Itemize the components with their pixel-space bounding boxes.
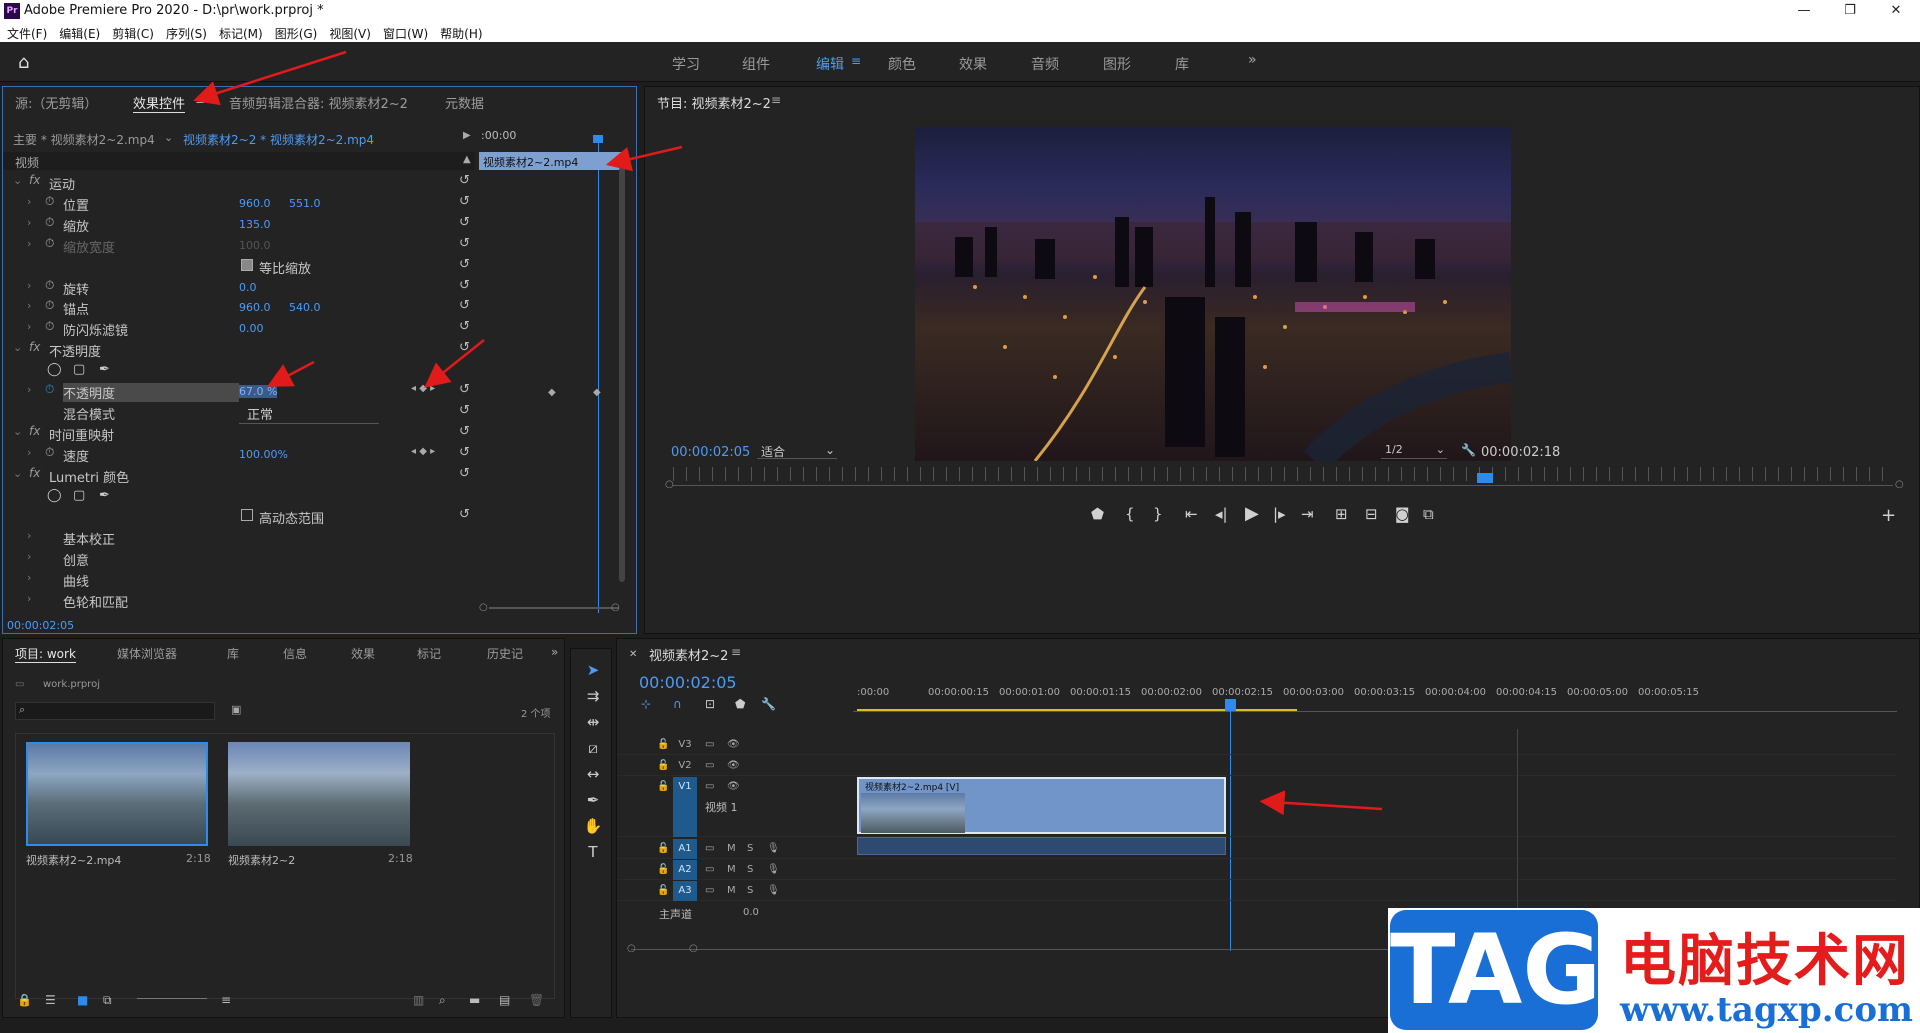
watermark-url: www.tagxp.com xyxy=(1620,990,1913,1030)
watermark: TAG 电脑技术网 www.tagxp.com xyxy=(1388,908,1920,1033)
watermark-tag: TAG xyxy=(1390,910,1601,1030)
watermark-cn: 电脑技术网 xyxy=(1620,929,1910,994)
annotation-arrows xyxy=(193,50,1383,816)
